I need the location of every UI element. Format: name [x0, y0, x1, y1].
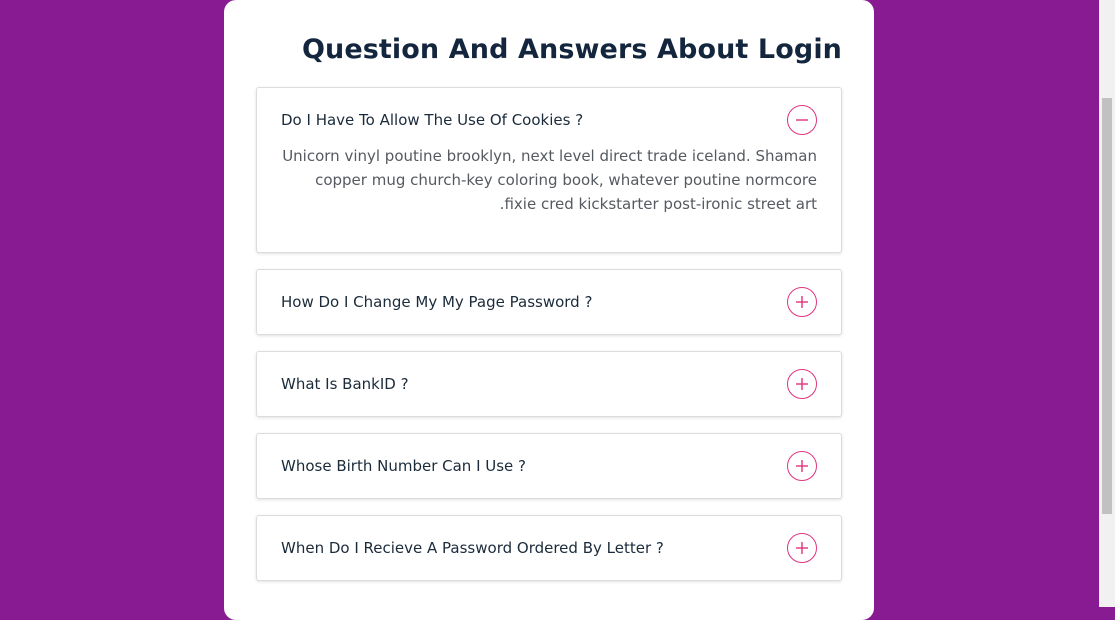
- faq-question: What Is BankID ?: [281, 375, 409, 393]
- faq-question: Do I Have To Allow The Use Of Cookies ?: [281, 111, 584, 129]
- plus-circle-icon[interactable]: [787, 451, 817, 481]
- faq-item-password-letter: When Do I Recieve A Password Ordered By …: [256, 515, 842, 581]
- faq-item-change-password: How Do I Change My My Page Password ?: [256, 269, 842, 335]
- faq-question: How Do I Change My My Page Password ?: [281, 293, 593, 311]
- plus-circle-icon[interactable]: [787, 533, 817, 563]
- minus-circle-icon[interactable]: [787, 105, 817, 135]
- plus-circle-icon[interactable]: [787, 369, 817, 399]
- page-scrollbar[interactable]: [1099, 0, 1115, 607]
- faq-header-cookies[interactable]: Do I Have To Allow The Use Of Cookies ?: [257, 88, 841, 152]
- faq-card: Question And Answers About Login Do I Ha…: [224, 0, 874, 620]
- faq-header-birth-number[interactable]: Whose Birth Number Can I Use ?: [257, 434, 841, 498]
- plus-circle-icon[interactable]: [787, 287, 817, 317]
- faq-header-password-letter[interactable]: When Do I Recieve A Password Ordered By …: [257, 516, 841, 580]
- scrollbar-thumb[interactable]: [1102, 98, 1112, 514]
- faq-item-cookies: Do I Have To Allow The Use Of Cookies ? …: [256, 87, 842, 253]
- page-title: Question And Answers About Login: [301, 34, 842, 65]
- faq-question: Whose Birth Number Can I Use ?: [281, 457, 527, 475]
- faq-item-birth-number: Whose Birth Number Can I Use ?: [256, 433, 842, 499]
- faq-header-bankid[interactable]: What Is BankID ?: [257, 352, 841, 416]
- faq-header-change-password[interactable]: How Do I Change My My Page Password ?: [257, 270, 841, 334]
- faq-question: When Do I Recieve A Password Ordered By …: [281, 539, 664, 557]
- faq-item-bankid: What Is BankID ?: [256, 351, 842, 417]
- faq-answer: Unicorn vinyl poutine brooklyn, next lev…: [282, 147, 817, 213]
- faq-list: Do I Have To Allow The Use Of Cookies ? …: [256, 87, 842, 581]
